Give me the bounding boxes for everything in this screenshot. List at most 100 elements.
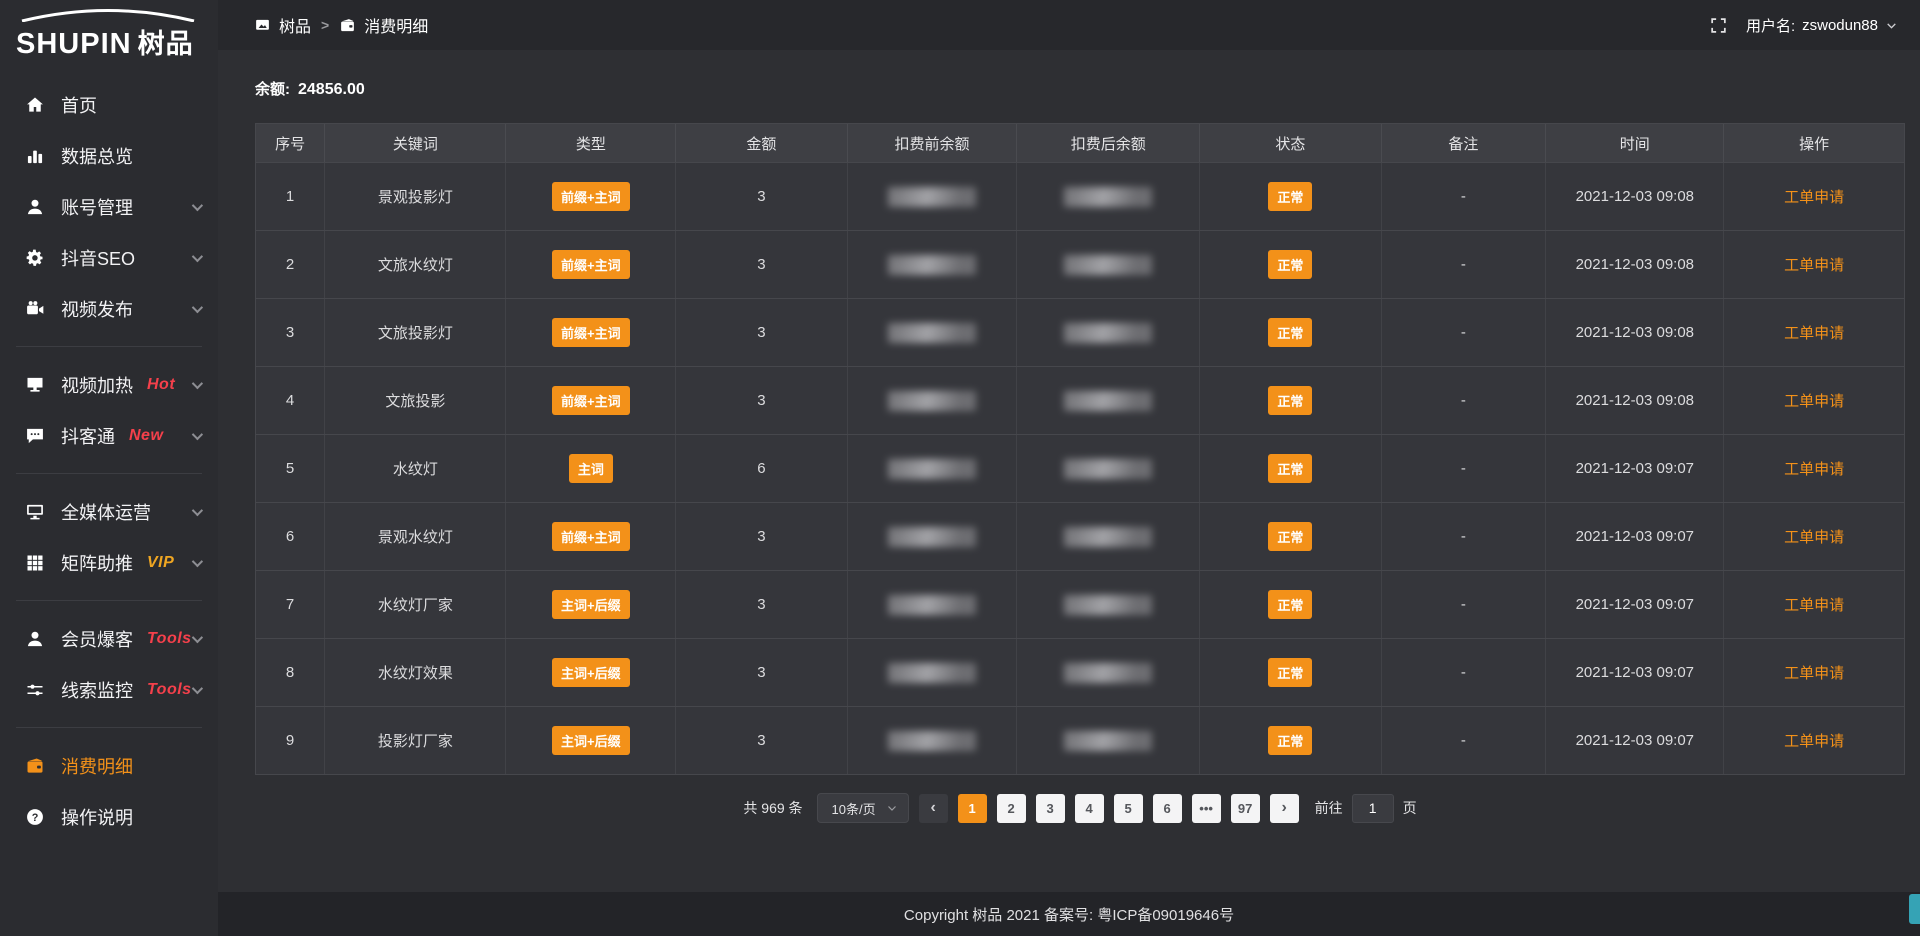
work-order-link[interactable]: 工单申请 (1784, 254, 1844, 275)
cell-post_balance (1017, 299, 1200, 366)
sidebar-item-member-marketing[interactable]: 会员爆客 Tools (0, 613, 218, 664)
chevron-down-icon (192, 377, 203, 388)
cell-time: 2021-12-03 09:07 (1546, 639, 1724, 706)
redacted-balance (888, 731, 976, 751)
column-header-time: 时间 (1546, 124, 1724, 162)
sidebar-item-media-operation[interactable]: 全媒体运营 (0, 486, 218, 537)
sidebar-divider (16, 600, 202, 601)
page-button-4[interactable]: 4 (1075, 794, 1104, 823)
breadcrumb-item-app[interactable]: 树品 (254, 13, 311, 37)
logo-arc-decoration (18, 8, 198, 22)
cell-action: 工单申请 (1724, 435, 1904, 502)
work-order-link[interactable]: 工单申请 (1784, 186, 1844, 207)
sidebar-item-home[interactable]: 首页 (0, 79, 218, 130)
cell-pre_balance (848, 231, 1018, 298)
cell-keyword: 文旅水纹灯 (325, 231, 506, 298)
work-order-link[interactable]: 工单申请 (1784, 390, 1844, 411)
wallet-icon (24, 755, 46, 777)
column-header-status: 状态 (1200, 124, 1381, 162)
cell-index: 4 (256, 367, 325, 434)
cell-amount: 3 (676, 639, 847, 706)
sidebar-item-operation-guide[interactable]: ? 操作说明 (0, 791, 218, 842)
chevron-down-icon (886, 802, 898, 814)
sidebar-item-badge: New (129, 427, 163, 445)
breadcrumb-item-current[interactable]: 消费明细 (339, 13, 428, 37)
home-icon (24, 94, 46, 116)
next-page-button[interactable]: › (1270, 794, 1299, 823)
sidebar-item-account-management[interactable]: 账号管理 (0, 181, 218, 232)
bar-chart-icon (24, 145, 46, 167)
work-order-link[interactable]: 工单申请 (1784, 458, 1844, 479)
sidebar-item-clue-monitor[interactable]: 线索监控 Tools (0, 664, 218, 715)
cell-status: 正常 (1200, 571, 1381, 638)
cell-type: 前缀+主词 (506, 163, 676, 230)
redacted-balance (1064, 459, 1152, 479)
work-order-link[interactable]: 工单申请 (1784, 526, 1844, 547)
sidebar-item-badge: Hot (147, 376, 175, 394)
page-size-select[interactable]: 10条/页 (817, 793, 909, 823)
cell-status: 正常 (1200, 707, 1381, 774)
breadcrumb-label: 消费明细 (364, 13, 428, 37)
work-order-link[interactable]: 工单申请 (1784, 730, 1844, 751)
more-pages-button[interactable]: ••• (1192, 794, 1221, 823)
cell-keyword: 景观水纹灯 (325, 503, 506, 570)
cell-time: 2021-12-03 09:08 (1546, 163, 1724, 230)
sidebar-item-data-overview[interactable]: 数据总览 (0, 130, 218, 181)
work-order-link[interactable]: 工单申请 (1784, 322, 1844, 343)
cell-amount: 3 (676, 231, 847, 298)
chevron-down-icon (192, 682, 203, 693)
page-button-2[interactable]: 2 (997, 794, 1026, 823)
sidebar-item-douyin-seo[interactable]: 抖音SEO (0, 232, 218, 283)
column-header-remark: 备注 (1382, 124, 1547, 162)
breadcrumb-label: 树品 (279, 13, 311, 37)
cell-post_balance (1017, 707, 1200, 774)
page-button-3[interactable]: 3 (1036, 794, 1065, 823)
page-button-5[interactable]: 5 (1114, 794, 1143, 823)
chevron-down-icon (192, 504, 203, 515)
redacted-balance (888, 391, 976, 411)
page-button-1[interactable]: 1 (958, 794, 987, 823)
column-header-action: 操作 (1724, 124, 1904, 162)
type-badge: 前缀+主词 (552, 250, 630, 279)
cell-action: 工单申请 (1724, 299, 1904, 366)
table-row: 1景观投影灯前缀+主词3正常-2021-12-03 09:08工单申请 (256, 162, 1904, 230)
page-button-6[interactable]: 6 (1153, 794, 1182, 823)
sidebar-item-video-heating[interactable]: 视频加热 Hot (0, 359, 218, 410)
cell-amount: 3 (676, 571, 847, 638)
sidebar-item-badge: VIP (147, 554, 174, 572)
cell-post_balance (1017, 163, 1200, 230)
consumption-table: 序号关键词类型金额扣费前余额扣费后余额状态备注时间操作 1景观投影灯前缀+主词3… (255, 123, 1905, 775)
chevron-down-icon (192, 250, 203, 261)
chat-widget[interactable] (1909, 894, 1920, 924)
table-row: 8水纹灯效果主词+后缀3正常-2021-12-03 09:07工单申请 (256, 638, 1904, 706)
chevron-down-icon (1885, 19, 1898, 32)
cell-time: 2021-12-03 09:07 (1546, 571, 1724, 638)
table-row: 4文旅投影前缀+主词3正常-2021-12-03 09:08工单申请 (256, 366, 1904, 434)
work-order-link[interactable]: 工单申请 (1784, 662, 1844, 683)
redacted-balance (888, 187, 976, 207)
sidebar-item-video-publish[interactable]: 视频发布 (0, 283, 218, 334)
work-order-link[interactable]: 工单申请 (1784, 594, 1844, 615)
fullscreen-icon[interactable] (1709, 16, 1728, 35)
page-button-97[interactable]: 97 (1231, 794, 1260, 823)
user-icon (24, 196, 46, 218)
redacted-balance (1064, 391, 1152, 411)
monitor-icon (24, 501, 46, 523)
table-row: 2文旅水纹灯前缀+主词3正常-2021-12-03 09:08工单申请 (256, 230, 1904, 298)
redacted-balance (888, 595, 976, 615)
cell-time: 2021-12-03 09:08 (1546, 367, 1724, 434)
redacted-balance (888, 459, 976, 479)
prev-page-button[interactable]: ‹ (919, 794, 948, 823)
goto-page-input[interactable] (1352, 794, 1394, 823)
sidebar-item-consumption-detail[interactable]: 消费明细 (0, 740, 218, 791)
cell-type: 主词+后缀 (506, 639, 676, 706)
sidebar-item-douketong[interactable]: 抖客通 New (0, 410, 218, 461)
sidebar-item-matrix-boost[interactable]: 矩阵助推 VIP (0, 537, 218, 588)
cell-post_balance (1017, 231, 1200, 298)
user-menu[interactable]: 用户名: zswodun88 (1746, 15, 1898, 36)
pagination: 共 969 条 10条/页 ‹ 123456•••97 › 前往 页 (255, 793, 1905, 823)
status-badge: 正常 (1268, 726, 1312, 755)
cell-keyword: 文旅投影 (325, 367, 506, 434)
cell-amount: 3 (676, 299, 847, 366)
cell-index: 7 (256, 571, 325, 638)
